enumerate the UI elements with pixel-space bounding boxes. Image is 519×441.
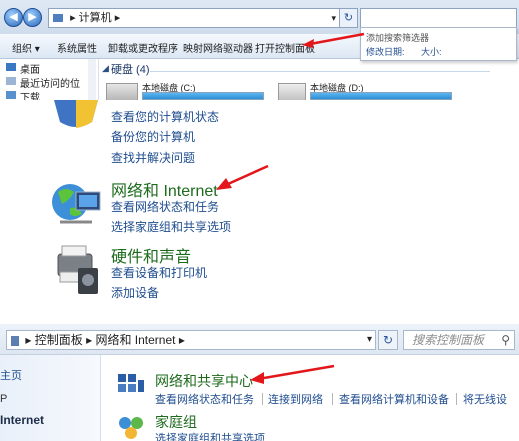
- troubleshoot-link[interactable]: 查找并解决问题: [111, 149, 195, 166]
- map-network-drive-button[interactable]: 映射网络驱动器: [183, 40, 253, 55]
- system-properties-button[interactable]: 系统属性: [57, 40, 97, 55]
- homegroup-sharing-link[interactable]: 选择家庭组和共享选项: [155, 430, 265, 441]
- address-separator: ▸: [70, 12, 76, 24]
- filter-size[interactable]: 大小:: [421, 45, 442, 58]
- search-placeholder: 搜索控制面板: [412, 333, 485, 347]
- drive-d-icon: [278, 83, 306, 100]
- view-network-status-link[interactable]: 查看网络状态和任务: [155, 391, 254, 407]
- address-separator: ▸: [114, 12, 121, 24]
- view-network-status-link[interactable]: 查看网络状态和任务: [111, 198, 219, 215]
- navigation-pane: 桌面 最近访问的位 下载: [0, 59, 99, 100]
- hardware-sound-icon: [57, 245, 98, 294]
- control-panel-categories: 查看您的计算机状态 备份您的计算机 查找并解决问题 网络和 Internet 查…: [0, 100, 519, 314]
- address-dropdown-icon[interactable]: ▾: [367, 331, 372, 349]
- header-divider: [150, 71, 490, 72]
- view-network-computers-link[interactable]: 查看网络计算机和设备: [339, 391, 449, 407]
- link-divider: [262, 393, 263, 405]
- nav-home-link[interactable]: 主页: [0, 367, 22, 383]
- sidebar-item-desktop[interactable]: 桌面: [20, 61, 40, 76]
- desktop-icon: [6, 63, 16, 71]
- drive-area: ◢ 硬盘 (4) 本地磁盘 (C:) 本地磁盘 (D:): [102, 59, 519, 100]
- organize-button[interactable]: 组织 ▾: [12, 40, 40, 55]
- nav-internet-current[interactable]: Internet: [0, 413, 44, 427]
- sidebar-scrollbar[interactable]: [88, 59, 96, 100]
- nav-p-fragment: P: [0, 393, 8, 405]
- network-internet-icon: [52, 184, 101, 224]
- breadcrumb-arrow-icon[interactable]: ▸: [25, 333, 31, 347]
- search-input[interactable]: 搜索控制面板 ⚲: [403, 330, 515, 350]
- address-bar-area: ▸ 控制面板 ▸ 网络和 Internet ▸ ▾ ↻ 搜索控制面板 ⚲: [0, 324, 519, 355]
- breadcrumb-control-panel[interactable]: 控制面板: [35, 333, 83, 347]
- recent-places-icon: [6, 77, 16, 85]
- address-dropdown-icon[interactable]: ▾: [331, 9, 336, 27]
- search-icon[interactable]: ⚲: [501, 331, 510, 349]
- search-filter-dropdown: 添加搜索筛选器 修改日期: 大小:: [360, 27, 517, 61]
- search-input[interactable]: [360, 8, 517, 28]
- annotation-arrow: [302, 32, 365, 48]
- annotation-arrow: [250, 364, 335, 384]
- left-navigation: 主页 P Internet: [0, 355, 101, 441]
- refresh-button[interactable]: ↻: [378, 330, 398, 350]
- backup-computer-link[interactable]: 备份您的计算机: [111, 128, 195, 145]
- search-filter-title: 添加搜索筛选器: [366, 33, 430, 43]
- collapse-icon[interactable]: ◢: [102, 63, 109, 74]
- sidebar-item-downloads[interactable]: 下载: [20, 89, 40, 100]
- sidebar-item-recent[interactable]: 最近访问的位: [20, 75, 80, 90]
- homegroup-sharing-link[interactable]: 选择家庭组和共享选项: [111, 218, 231, 235]
- network-internet-window: ▸ 控制面板 ▸ 网络和 Internet ▸ ▾ ↻ 搜索控制面板 ⚲ 主页 …: [0, 314, 519, 441]
- wireless-devices-link[interactable]: 将无线设: [463, 391, 507, 407]
- breadcrumb[interactable]: ▸ 控制面板 ▸ 网络和 Internet ▸ ▾: [6, 330, 376, 350]
- drive-c-icon: [106, 83, 138, 100]
- link-divider: [456, 393, 457, 405]
- devices-printers-link[interactable]: 查看设备和打印机: [111, 264, 207, 281]
- address-box[interactable]: ▸ 计算机 ▸ ▾: [48, 8, 340, 28]
- connect-network-link[interactable]: 连接到网络: [268, 391, 323, 407]
- annotation-arrow: [216, 164, 269, 190]
- drive-c-usage-bar: [142, 92, 264, 100]
- uninstall-program-button[interactable]: 卸载或更改程序: [108, 40, 178, 55]
- drives-header: 硬盘 (4): [111, 64, 150, 76]
- homegroup-title[interactable]: 家庭组: [155, 412, 197, 432]
- address-computer[interactable]: 计算机: [79, 12, 112, 24]
- forward-button[interactable]: ▶: [23, 8, 42, 27]
- filter-modified-date[interactable]: 修改日期:: [366, 45, 405, 58]
- control-panel-icon: [11, 335, 19, 346]
- add-device-link[interactable]: 添加设备: [111, 284, 159, 301]
- breadcrumb-arrow-icon[interactable]: ▸: [86, 333, 92, 347]
- homegroup-icon: [119, 417, 143, 439]
- view-computer-status-link[interactable]: 查看您的计算机状态: [111, 108, 219, 125]
- link-divider: [332, 393, 333, 405]
- computer-icon: [53, 14, 63, 23]
- downloads-icon: [6, 91, 16, 99]
- breadcrumb-network-internet[interactable]: 网络和 Internet: [95, 333, 175, 347]
- system-security-icon: [54, 100, 98, 128]
- sharing-center-title[interactable]: 网络和共享中心: [155, 371, 253, 391]
- breadcrumb-arrow-icon[interactable]: ▸: [179, 333, 185, 347]
- back-button[interactable]: ◀: [4, 8, 23, 27]
- explorer-window: ◀ ▶ ▸ 计算机 ▸ ▾ ↻ 组织 ▾ 系统属性 卸载或更改程序 映射网络驱动…: [0, 0, 519, 100]
- refresh-button[interactable]: ↻: [339, 8, 358, 28]
- network-sharing-center-icon: [118, 374, 144, 392]
- drive-d-usage-bar: [310, 92, 452, 100]
